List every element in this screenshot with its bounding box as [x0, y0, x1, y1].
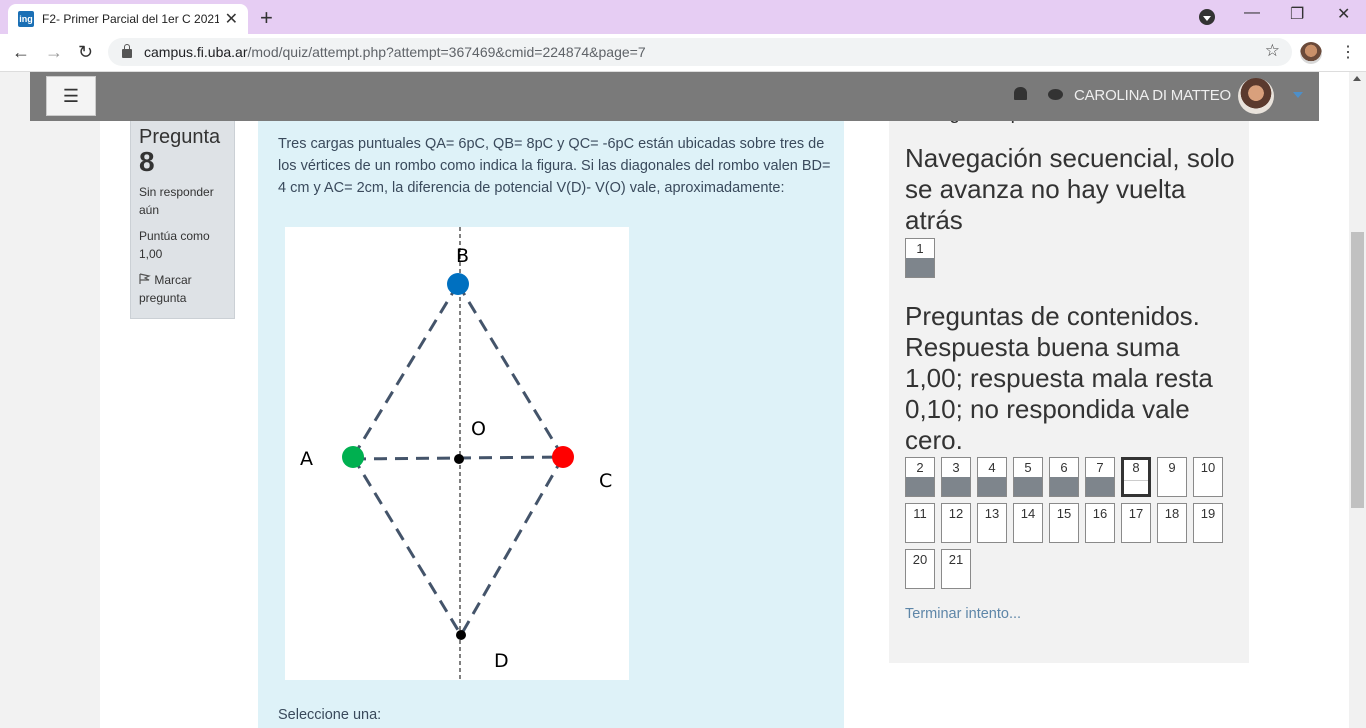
menu-toggle-button[interactable]: ☰: [46, 76, 96, 116]
quiz-nav-button-3[interactable]: 3: [941, 457, 971, 497]
quiz-nav-button-label: 15: [1056, 506, 1072, 521]
quiz-nav-button-21[interactable]: 21: [941, 549, 971, 589]
quiz-nav-button-19[interactable]: 19: [1193, 503, 1223, 543]
quiz-nav-button-label: 7: [1096, 460, 1104, 475]
finish-attempt-link[interactable]: Terminar intento...: [905, 606, 1021, 622]
question-text: Tres cargas puntuales QA= 6pC, QB= 8pC y…: [278, 136, 831, 196]
reload-icon[interactable]: ↻: [78, 42, 93, 63]
quiz-nav-button-14[interactable]: 14: [1013, 503, 1043, 543]
quiz-navigation-block: Navegación por el cuestionario Navegació…: [889, 103, 1249, 663]
close-tab-icon[interactable]: ✕: [225, 9, 238, 29]
charge-c-point: [552, 446, 574, 468]
quiz-nav-button-label: 20: [912, 552, 928, 567]
quiz-nav-button-10[interactable]: 10: [1193, 457, 1223, 497]
browser-tab-strip: ing F2- Primer Parcial del 1er C 2021 ✕ …: [0, 0, 1366, 34]
question-score: Puntúa como 1,00: [139, 229, 210, 261]
quiz-nav-button-label: 16: [1092, 506, 1108, 521]
point-d: [456, 630, 466, 640]
quiz-nav-button-1[interactable]: 1: [905, 238, 935, 278]
quiz-nav-button-20[interactable]: 20: [905, 549, 935, 589]
tab-title: F2- Primer Parcial del 1er C 2021: [42, 12, 219, 26]
quiz-nav-button-13[interactable]: 13: [977, 503, 1007, 543]
scroll-up-arrow-icon[interactable]: [1353, 76, 1361, 81]
quiz-nav-button-label: 1: [916, 241, 924, 256]
quiz-nav-section-content: Preguntas de contenidos. Respuesta buena…: [905, 301, 1213, 455]
url-path: /mod/quiz/attempt.php?attempt=367469&cmi…: [247, 44, 646, 60]
messages-chat-icon[interactable]: [1048, 89, 1063, 100]
quiz-nav-button-7[interactable]: 7: [1085, 457, 1115, 497]
url-input[interactable]: campus.fi.uba.ar/mod/quiz/attempt.php?at…: [108, 38, 1292, 66]
quiz-nav-button-label: 17: [1128, 506, 1144, 521]
user-avatar[interactable]: [1238, 78, 1274, 114]
quiz-nav-button-label: 6: [1060, 460, 1068, 475]
quiz-nav-button-label: 8: [1132, 460, 1140, 475]
quiz-nav-button-label: 11: [913, 506, 927, 521]
flag-question-link[interactable]: Marcar pregunta: [139, 271, 226, 307]
quiz-nav-button-label: 19: [1200, 506, 1216, 521]
quiz-nav-button-4[interactable]: 4: [977, 457, 1007, 497]
minimize-icon[interactable]: —: [1244, 4, 1260, 22]
forward-icon[interactable]: →: [45, 42, 63, 63]
browser-menu-icon[interactable]: ⋮: [1340, 42, 1356, 62]
notifications-bell-icon[interactable]: [1014, 87, 1027, 100]
quiz-nav-button-label: 21: [948, 552, 964, 567]
window-close-icon[interactable]: ✕: [1337, 4, 1350, 24]
quiz-nav-button-label: 18: [1164, 506, 1180, 521]
quiz-nav-button-label: 9: [1168, 460, 1176, 475]
label-c: C: [599, 470, 612, 492]
question-number: 8: [139, 146, 155, 177]
label-b: B: [456, 245, 469, 267]
label-o: O: [471, 418, 486, 440]
address-bar-row: ← → ↻ campus.fi.uba.ar/mod/quiz/attempt.…: [0, 34, 1366, 72]
quiz-nav-button-15[interactable]: 15: [1049, 503, 1079, 543]
lock-icon: [122, 44, 132, 58]
quiz-nav-button-17[interactable]: 17: [1121, 503, 1151, 543]
question-status: Sin responder aún: [139, 185, 214, 217]
quiz-nav-button-label: 13: [984, 506, 1000, 521]
page-viewport: ☰ CAROLINA DI MATTEO Pregunta 8 Sin resp…: [0, 72, 1366, 728]
quiz-nav-button-label: 12: [948, 506, 964, 521]
quiz-nav-button-18[interactable]: 18: [1157, 503, 1187, 543]
quiz-nav-button-16[interactable]: 16: [1085, 503, 1115, 543]
label-d: D: [494, 650, 509, 672]
url-domain: campus.fi.uba.ar: [144, 44, 248, 60]
tab-search-icon[interactable]: [1199, 9, 1215, 25]
user-menu-caret-icon[interactable]: [1293, 92, 1303, 98]
quiz-nav-button-8[interactable]: 8: [1121, 457, 1151, 497]
quiz-nav-button-label: 4: [988, 460, 996, 475]
quiz-nav-button-2[interactable]: 2: [905, 457, 935, 497]
site-favicon-icon: ing: [18, 11, 34, 27]
flag-icon: [139, 273, 151, 284]
rhombus-figure: B A C O D: [285, 227, 629, 680]
quiz-nav-button-5[interactable]: 5: [1013, 457, 1043, 497]
quiz-nav-button-label: 10: [1200, 460, 1216, 475]
user-name[interactable]: CAROLINA DI MATTEO: [1074, 87, 1231, 104]
quiz-nav-button-6[interactable]: 6: [1049, 457, 1079, 497]
select-one-prompt: Seleccione una:: [278, 707, 382, 723]
question-info-box: Pregunta 8 Sin responder aún Puntúa como…: [130, 119, 235, 319]
quiz-nav-button-label: 14: [1020, 506, 1036, 521]
quiz-nav-button-label: 5: [1024, 460, 1032, 475]
question-content: Tres cargas puntuales QA= 6pC, QB= 8pC y…: [258, 119, 844, 728]
quiz-nav-section-sequential: Navegación secuencial, solo se avanza no…: [905, 143, 1235, 235]
label-a: A: [300, 448, 313, 470]
browser-profile-avatar[interactable]: [1300, 42, 1322, 64]
charge-a-point: [342, 446, 364, 468]
browser-tab[interactable]: ing F2- Primer Parcial del 1er C 2021 ✕: [8, 4, 248, 34]
site-navbar: ☰ CAROLINA DI MATTEO: [30, 72, 1319, 121]
restore-icon[interactable]: ❐: [1290, 4, 1304, 24]
scroll-thumb[interactable]: [1351, 232, 1364, 508]
quiz-nav-button-9[interactable]: 9: [1157, 457, 1187, 497]
quiz-nav-button-label: 2: [916, 460, 924, 475]
bookmark-star-icon[interactable]: ☆: [1265, 41, 1280, 61]
quiz-nav-button-11[interactable]: 11: [905, 503, 935, 543]
quiz-nav-button-12[interactable]: 12: [941, 503, 971, 543]
quiz-nav-button-label: 3: [952, 460, 960, 475]
back-icon[interactable]: ←: [12, 42, 30, 63]
point-o: [454, 454, 464, 464]
charge-b-point: [447, 273, 469, 295]
new-tab-icon[interactable]: +: [260, 5, 273, 31]
page-scrollbar[interactable]: [1349, 72, 1366, 728]
